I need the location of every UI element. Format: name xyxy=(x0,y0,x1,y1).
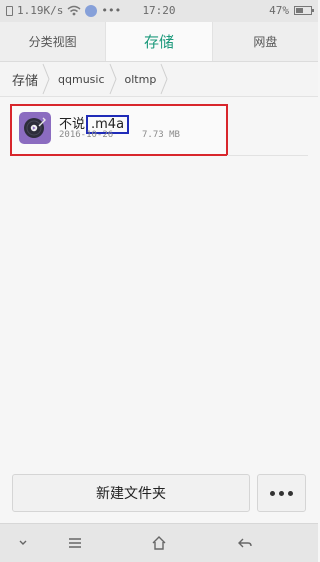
breadcrumb-separator-icon xyxy=(109,63,117,95)
new-folder-button[interactable]: 新建文件夹 xyxy=(12,474,250,512)
chevron-down-icon[interactable] xyxy=(14,534,32,552)
status-right: 47% xyxy=(269,4,314,17)
breadcrumb: 存储 qqmusic oltmp xyxy=(0,62,318,97)
breadcrumb-item-storage[interactable]: 存储 xyxy=(0,62,42,96)
tab-cloud-drive[interactable]: 网盘 xyxy=(213,22,318,61)
more-icon xyxy=(279,490,284,496)
tab-category-view[interactable]: 分类视图 xyxy=(0,22,105,61)
file-size: 7.73 MB xyxy=(142,130,180,140)
menu-icon[interactable] xyxy=(66,534,84,552)
system-nav-bar xyxy=(0,523,318,562)
breadcrumb-item-oltmp[interactable]: oltmp xyxy=(117,62,161,96)
row-divider xyxy=(227,155,308,156)
back-icon[interactable] xyxy=(236,534,254,552)
music-file-icon xyxy=(19,112,51,144)
breadcrumb-separator-icon xyxy=(160,63,168,95)
tab-storage[interactable]: 存储 xyxy=(105,22,213,61)
battery-icon xyxy=(294,6,314,15)
battery-percent: 47% xyxy=(269,4,289,17)
breadcrumb-separator-icon xyxy=(42,63,50,95)
breadcrumb-item-qqmusic[interactable]: qqmusic xyxy=(50,62,109,96)
more-icon xyxy=(288,490,293,496)
home-icon[interactable] xyxy=(150,534,168,552)
file-list-item[interactable]: 不说 .m4a 2016-10-26 7.73 MB xyxy=(10,104,228,156)
tab-bar: 分类视图 存储 网盘 xyxy=(0,22,318,62)
more-icon xyxy=(270,490,275,496)
status-bar: 1.19K/s ••• 17:20 47% xyxy=(0,0,318,22)
more-button[interactable] xyxy=(257,474,306,512)
file-date: 2016-10-26 xyxy=(59,130,114,140)
